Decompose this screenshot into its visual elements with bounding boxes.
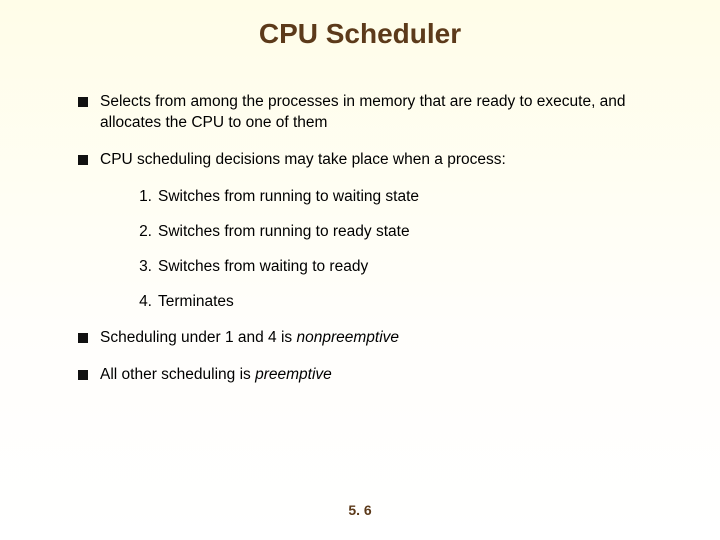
bullet-item: CPU scheduling decisions may take place … bbox=[78, 150, 660, 171]
numbered-item: 2. Switches from running to ready state bbox=[130, 222, 660, 243]
item-number: 3. bbox=[130, 257, 152, 278]
item-number: 2. bbox=[130, 222, 152, 243]
square-bullet-icon bbox=[78, 370, 88, 380]
page-number: 5. 6 bbox=[0, 502, 720, 518]
bullet-item: Scheduling under 1 and 4 is nonpreemptiv… bbox=[78, 328, 660, 349]
bullet-text: All other scheduling is preemptive bbox=[100, 365, 660, 386]
numbered-item: 4. Terminates bbox=[130, 292, 660, 313]
bullet-text: Selects from among the processes in memo… bbox=[100, 92, 660, 134]
text-run: Scheduling under 1 and 4 is bbox=[100, 329, 296, 346]
numbered-list: 1. Switches from running to waiting stat… bbox=[130, 187, 660, 313]
slide: CPU Scheduler Selects from among the pro… bbox=[0, 0, 720, 540]
square-bullet-icon bbox=[78, 333, 88, 343]
item-text: Switches from running to waiting state bbox=[158, 187, 660, 208]
item-text: Switches from running to ready state bbox=[158, 222, 660, 243]
numbered-item: 1. Switches from running to waiting stat… bbox=[130, 187, 660, 208]
slide-title: CPU Scheduler bbox=[0, 18, 720, 50]
text-run: All other scheduling is bbox=[100, 366, 255, 383]
slide-body: Selects from among the processes in memo… bbox=[78, 92, 660, 402]
item-text: Switches from waiting to ready bbox=[158, 257, 660, 278]
item-text: Terminates bbox=[158, 292, 660, 313]
numbered-item: 3. Switches from waiting to ready bbox=[130, 257, 660, 278]
item-number: 1. bbox=[130, 187, 152, 208]
item-number: 4. bbox=[130, 292, 152, 313]
bullet-item: All other scheduling is preemptive bbox=[78, 365, 660, 386]
bullet-text: CPU scheduling decisions may take place … bbox=[100, 150, 660, 171]
square-bullet-icon bbox=[78, 97, 88, 107]
emphasis-text: nonpreemptive bbox=[296, 329, 399, 346]
bullet-text: Scheduling under 1 and 4 is nonpreemptiv… bbox=[100, 328, 660, 349]
square-bullet-icon bbox=[78, 155, 88, 165]
bullet-item: Selects from among the processes in memo… bbox=[78, 92, 660, 134]
emphasis-text: preemptive bbox=[255, 366, 332, 383]
